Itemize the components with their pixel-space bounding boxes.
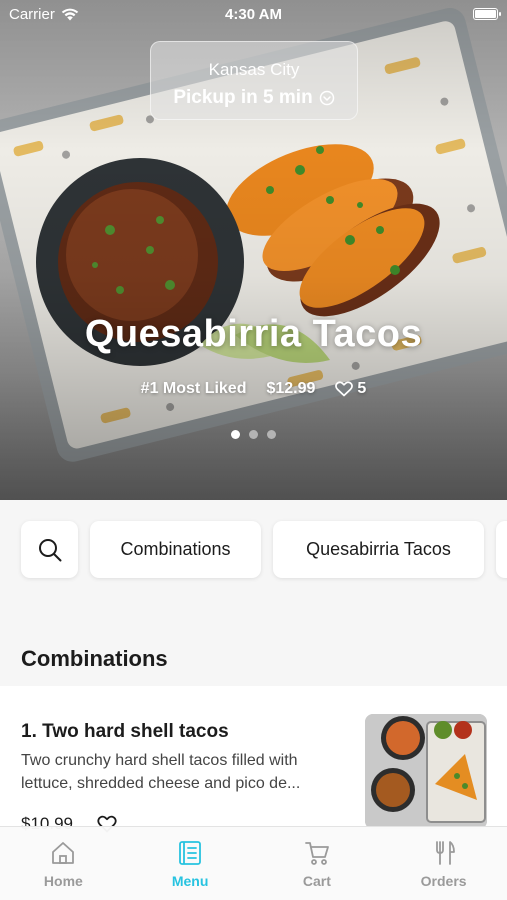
- tab-menu[interactable]: Menu: [127, 827, 254, 900]
- category-chip-next[interactable]: [496, 521, 507, 578]
- status-bar: Carrier 4:30 AM: [0, 0, 507, 28]
- heart-icon: [335, 381, 354, 397]
- tab-home[interactable]: Home: [0, 827, 127, 900]
- status-time: 4:30 AM: [225, 6, 282, 23]
- category-chip-combinations[interactable]: Combinations: [90, 521, 261, 578]
- tab-cart[interactable]: Cart: [254, 827, 381, 900]
- tab-orders[interactable]: Orders: [380, 827, 507, 900]
- home-icon: [52, 842, 75, 864]
- hero-price: $12.99: [266, 380, 316, 397]
- hero-banner[interactable]: Carrier 4:30 AM Kansas City Pickup in 5 …: [0, 0, 507, 500]
- app-screen: Carrier 4:30 AM Kansas City Pickup in 5 …: [0, 0, 507, 900]
- hero-likes[interactable]: 5: [335, 380, 366, 398]
- hero-title: Quesabirria Tacos: [84, 313, 423, 355]
- tab-orders-label: Orders: [420, 873, 467, 889]
- item-name: 1. Two hard shell tacos: [21, 721, 229, 742]
- fork-knife-icon: [435, 841, 455, 865]
- category-chips: Combinations Quesabirria Tacos: [0, 500, 507, 610]
- battery-icon: [473, 8, 501, 20]
- cart-icon: [304, 842, 329, 865]
- item-food-image: [365, 714, 487, 829]
- search-icon: [38, 538, 61, 561]
- section-title: Combinations: [21, 646, 168, 671]
- carousel-dot[interactable]: [249, 430, 258, 439]
- tab-home-label: Home: [43, 873, 83, 889]
- pickup-time-row: Pickup in 5 min: [151, 87, 357, 109]
- carousel-dot[interactable]: [267, 430, 276, 439]
- search-button[interactable]: [21, 521, 78, 578]
- tab-cart-label: Cart: [302, 873, 331, 889]
- item-thumbnail: [365, 714, 487, 829]
- pickup-time-label: Pickup in 5 min: [173, 87, 313, 108]
- category-chip-quesabirria-tacos[interactable]: Quesabirria Tacos: [273, 521, 484, 578]
- carousel-dots[interactable]: [0, 430, 507, 439]
- carousel-dot[interactable]: [231, 430, 240, 439]
- tab-bar: Home Menu Cart Orders: [0, 826, 507, 900]
- menu-book-icon: [179, 841, 202, 865]
- chevron-down-circle-icon: [319, 90, 334, 106]
- location-selector[interactable]: Kansas City Pickup in 5 min: [150, 41, 358, 120]
- hero-badge: #1 Most Liked: [140, 380, 247, 397]
- location-city: Kansas City: [208, 60, 300, 79]
- item-description: Two crunchy hard shell tacos filled with…: [21, 752, 301, 792]
- hero-likes-count: 5: [357, 380, 367, 397]
- tab-menu-label: Menu: [171, 873, 209, 889]
- hero-meta: #1 Most Liked $12.99 5: [0, 380, 507, 398]
